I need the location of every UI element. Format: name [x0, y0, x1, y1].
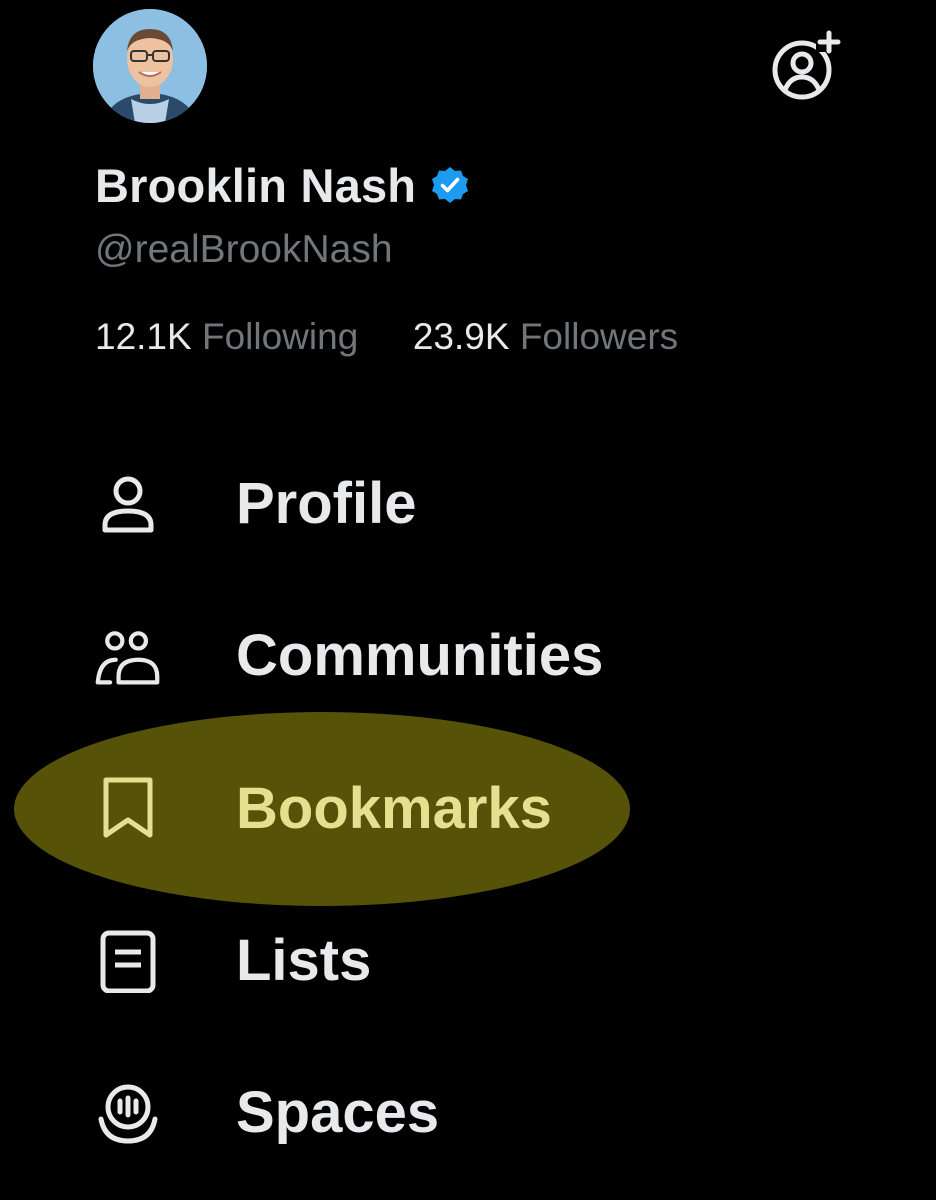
verified-badge-icon — [432, 167, 469, 203]
following-label: Following — [201, 316, 359, 357]
menu-item-label: Bookmarks — [236, 775, 552, 841]
user-handle: @realBrookNash — [95, 228, 393, 271]
menu-item-label: Spaces — [236, 1079, 440, 1145]
avatar-photo — [93, 9, 207, 123]
following-link[interactable]: 12.1K Following — [95, 316, 369, 357]
follow-stats: 12.1K Following 23.9K Followers — [95, 316, 678, 358]
spaces-icon — [95, 1079, 161, 1145]
menu-item-communities[interactable]: Communities — [95, 615, 603, 695]
menu-item-label: Lists — [236, 927, 372, 993]
menu-item-profile[interactable]: Profile — [95, 463, 417, 543]
display-name: Brooklin Nash — [95, 158, 417, 212]
followers-count: 23.9K — [412, 316, 510, 357]
add-account-button[interactable] — [770, 30, 842, 102]
person-icon — [95, 470, 161, 536]
menu-item-bookmarks[interactable]: Bookmarks — [95, 768, 552, 848]
lists-icon — [95, 927, 161, 993]
followers-link[interactable]: 23.9K Followers — [403, 316, 679, 357]
add-account-icon — [772, 30, 842, 100]
avatar[interactable] — [93, 9, 207, 123]
display-name-row: Brooklin Nash — [95, 155, 470, 215]
following-count: 12.1K — [95, 316, 192, 357]
menu-item-spaces[interactable]: Spaces — [95, 1072, 439, 1152]
menu-item-lists[interactable]: Lists — [95, 920, 371, 1000]
menu-item-label: Communities — [236, 622, 604, 688]
communities-icon — [95, 622, 161, 688]
bookmark-icon — [95, 775, 161, 841]
menu-item-label: Profile — [236, 470, 417, 536]
followers-label: Followers — [519, 316, 679, 357]
